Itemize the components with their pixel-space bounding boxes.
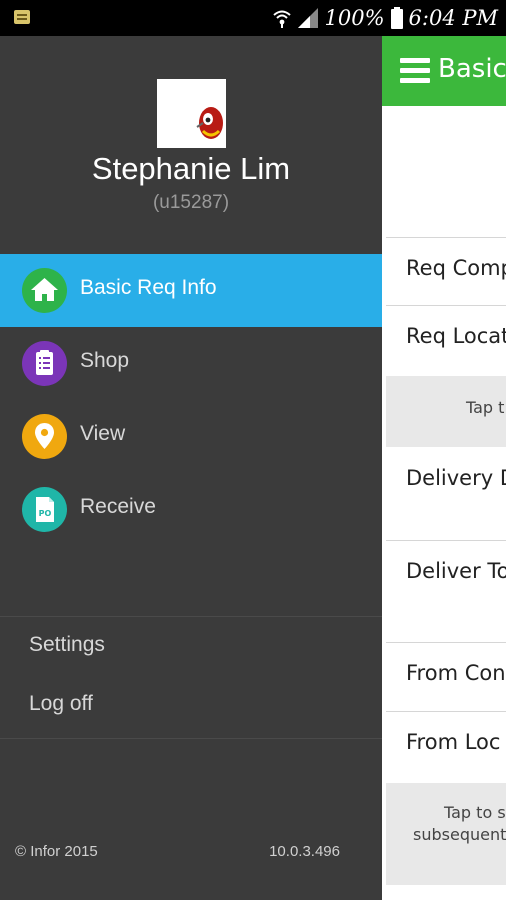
signal-icon xyxy=(298,8,319,28)
home-icon xyxy=(22,268,67,313)
nav-item-receive[interactable]: PO Receive xyxy=(0,473,382,546)
nav-label: Shop xyxy=(80,349,130,372)
battery-icon xyxy=(390,7,403,29)
nav-label: View xyxy=(80,422,126,445)
field-deliver-to[interactable]: Deliver To xyxy=(386,559,506,583)
divider xyxy=(386,237,506,238)
log-off-item[interactable]: Log off xyxy=(29,692,93,716)
notification-icon xyxy=(14,10,30,24)
main-content: Basic Req Comp Req Locat Tap t Delivery … xyxy=(382,36,506,900)
info-band-2-line2: subsequent xyxy=(413,825,506,844)
avatar-image xyxy=(157,79,226,148)
field-delivery-date[interactable]: Delivery D xyxy=(386,466,506,490)
divider xyxy=(386,711,506,712)
nav-label: Basic Req Info xyxy=(80,276,217,299)
nav-item-view[interactable]: View xyxy=(0,400,382,473)
app-bar: Basic xyxy=(382,36,506,106)
nav-item-basic-req-info[interactable]: Basic Req Info xyxy=(0,254,382,327)
status-right: 100% 6:04 PM xyxy=(272,4,498,32)
field-req-company[interactable]: Req Comp xyxy=(386,256,506,280)
copyright-text: © Infor 2015 xyxy=(15,843,98,860)
location-pin-icon xyxy=(22,414,67,459)
info-band: Tap t xyxy=(386,376,506,447)
po-document-icon: PO xyxy=(22,487,67,532)
svg-text:PO: PO xyxy=(39,509,52,518)
divider xyxy=(0,738,382,739)
field-from-location[interactable]: From Loc xyxy=(386,730,506,754)
field-req-location[interactable]: Req Locat xyxy=(386,324,506,348)
status-bar: 100% 6:04 PM xyxy=(0,0,506,36)
field-from-company[interactable]: From Con xyxy=(386,661,506,685)
page-title: Basic xyxy=(438,54,506,84)
user-id: (u15287) xyxy=(152,192,230,213)
divider xyxy=(386,305,506,306)
divider xyxy=(0,616,382,617)
avatar xyxy=(157,79,226,148)
battery-percent: 100% xyxy=(324,6,385,30)
nav-item-shop[interactable]: Shop xyxy=(0,327,382,400)
nav-label: Receive xyxy=(80,495,156,518)
info-band-2-line1: Tap to s xyxy=(444,803,506,822)
divider xyxy=(386,540,506,541)
info-band-2: Tap to s subsequent xyxy=(386,783,506,885)
clipboard-icon xyxy=(22,341,67,386)
info-band-text: Tap t xyxy=(466,398,505,417)
settings-item[interactable]: Settings xyxy=(29,633,105,657)
navigation-drawer: Stephanie Lim (u15287) Basic Req Info Sh… xyxy=(0,36,382,900)
clock: 6:04 PM xyxy=(408,6,498,30)
wifi-icon xyxy=(273,10,292,28)
version-text: 10.0.3.496 xyxy=(269,843,340,860)
user-name: Stephanie Lim xyxy=(91,151,291,186)
divider xyxy=(386,642,506,643)
hamburger-menu-icon[interactable] xyxy=(400,58,430,84)
